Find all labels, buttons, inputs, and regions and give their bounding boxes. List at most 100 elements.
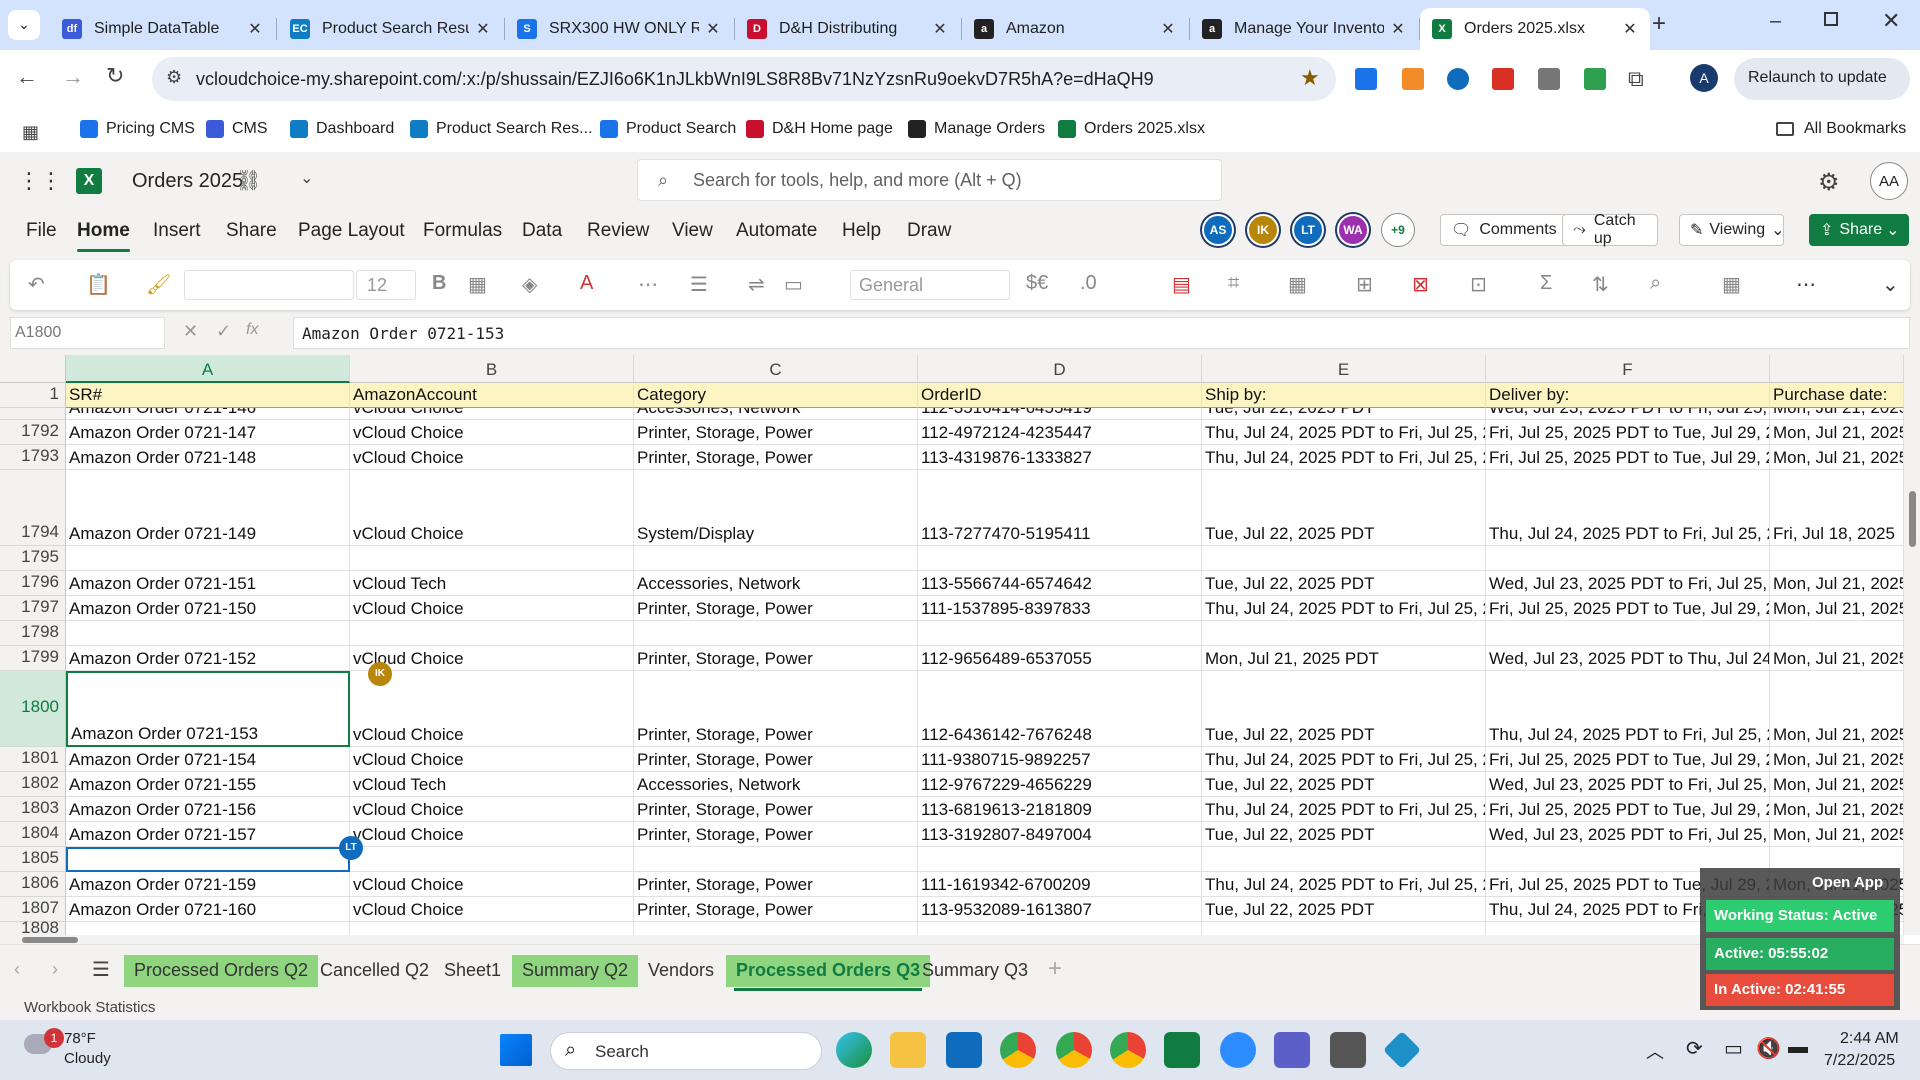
settings-gear-icon[interactable]: ⚙ xyxy=(1818,168,1840,197)
tab-close-icon[interactable]: ✕ xyxy=(1390,19,1406,39)
add-sheet-icon[interactable]: + xyxy=(1048,955,1062,983)
weather-widget[interactable]: 1 78°F Cloudy xyxy=(14,1028,154,1072)
grid-cell[interactable]: vCloud Choice xyxy=(350,470,634,546)
apps-grid-icon[interactable]: ▦ xyxy=(22,122,39,143)
grid-cell[interactable]: Thu, Jul 24, 2025 PDT to Fri, Jul 25, 20 xyxy=(1202,596,1486,621)
grid-cell[interactable]: Printer, Storage, Power xyxy=(634,671,918,747)
grid-cell[interactable]: 112-9767229-4656229 xyxy=(918,772,1202,797)
grid-cell[interactable] xyxy=(634,922,918,935)
row-header[interactable]: 1797 xyxy=(0,596,66,621)
menu-home[interactable]: Home xyxy=(77,220,130,252)
grid-cell[interactable]: 112-6436142-7676248 xyxy=(918,671,1202,747)
grid-cell[interactable]: Tue, Jul 22, 2025 PDT xyxy=(1202,772,1486,797)
grid-cell[interactable]: Tue, Jul 22, 2025 PDT xyxy=(1202,470,1486,546)
delete-cells-icon[interactable]: ⊠ xyxy=(1412,272,1429,297)
conditional-format-icon[interactable]: ▤ xyxy=(1172,272,1191,297)
tab-search-button[interactable]: ⌄ xyxy=(8,10,40,40)
start-windows-icon[interactable] xyxy=(500,1034,532,1066)
row-header[interactable]: 1795 xyxy=(0,546,66,571)
sheet-tab[interactable]: Summary Q3 xyxy=(912,955,1038,987)
grid-cell[interactable] xyxy=(1770,546,1904,571)
teams-icon[interactable] xyxy=(1274,1032,1310,1068)
browser-tab-2[interactable]: EC Product Search Resul ✕ xyxy=(278,8,503,50)
browser-tab-4[interactable]: D D&H Distributing ✕ xyxy=(735,8,960,50)
insert-function-icon[interactable]: fx xyxy=(246,321,258,339)
grid-cell[interactable]: Tue, Jul 22, 2025 PDT xyxy=(1202,822,1486,847)
tray-chevron-icon[interactable]: ︿ xyxy=(1646,1038,1664,1064)
grid-cell[interactable]: Mon, Jul 21, 2025 PDT xyxy=(1202,646,1486,671)
chrome-profile-3-icon[interactable] xyxy=(1110,1032,1146,1068)
select-all-corner[interactable] xyxy=(0,355,66,383)
back-icon[interactable]: ← xyxy=(16,64,38,90)
reload-icon[interactable]: ↻ xyxy=(106,63,124,89)
sheet-tab[interactable]: Sheet1 xyxy=(434,955,511,987)
format-painter-icon[interactable]: 🖌 xyxy=(146,272,171,297)
grid-cell[interactable] xyxy=(1770,621,1904,646)
grid-cell[interactable] xyxy=(918,847,1202,872)
grid-cell[interactable]: 111-1537895-8397833 xyxy=(918,596,1202,621)
grid-cell[interactable]: Amazon Order 0721-160 xyxy=(66,897,350,922)
grid-cell[interactable]: Amazon Order 0721-151 xyxy=(66,571,350,596)
h-scroll-thumb[interactable] xyxy=(22,937,78,943)
row-header[interactable]: 1802 xyxy=(0,772,66,797)
comments-button[interactable]: 🗨 Comments xyxy=(1440,214,1576,246)
grid-cell[interactable]: vCloud Choice xyxy=(350,408,634,420)
menu-file[interactable]: File xyxy=(26,220,57,242)
tab-close-icon[interactable]: ✕ xyxy=(1160,19,1176,39)
bookmark-item[interactable]: Orders 2025.xlsx xyxy=(1058,120,1205,138)
collaborator-selected-cell[interactable] xyxy=(66,847,350,872)
grid-cell[interactable]: Mon, Jul 21, 2025 xyxy=(1770,596,1904,621)
grid-cell[interactable]: Fri, Jul 18, 2025 xyxy=(1770,470,1904,546)
column-header-c[interactable]: C xyxy=(634,355,918,383)
autosave-off-icon[interactable]: ⛓ xyxy=(236,168,261,193)
bookmark-star-icon[interactable]: ★ xyxy=(1300,65,1320,91)
active-cell[interactable]: Amazon Order 0721-153 xyxy=(66,671,350,747)
row-header[interactable]: 1794 xyxy=(0,470,66,546)
grid-cell[interactable]: Mon, Jul 21, 2025 xyxy=(1770,747,1904,772)
all-bookmarks-button[interactable]: All Bookmarks xyxy=(1776,120,1906,138)
collaborator-avatar[interactable]: WA xyxy=(1337,214,1369,246)
grid-cell[interactable]: Amazon Order 0721-156 xyxy=(66,797,350,822)
grid-cell[interactable]: Printer, Storage, Power xyxy=(634,596,918,621)
menu-share[interactable]: Share xyxy=(226,220,277,242)
taskbar-search[interactable]: ⌕ Search xyxy=(550,1032,822,1070)
grid-cell[interactable]: Wed, Jul 23, 2025 PDT to Fri, Jul 25, 20 xyxy=(1486,571,1770,596)
header-cell[interactable]: Category xyxy=(634,383,918,408)
catchup-button[interactable]: ⤳ Catch up xyxy=(1562,212,1658,247)
edge-icon[interactable] xyxy=(836,1032,872,1068)
row-header[interactable]: 1 xyxy=(0,383,66,408)
grid-cell[interactable]: vCloud Choice xyxy=(350,797,634,822)
grid-cell[interactable] xyxy=(1486,546,1770,571)
grid-cell[interactable]: Printer, Storage, Power xyxy=(634,747,918,772)
grid-cell[interactable]: vCloud Choice xyxy=(350,872,634,897)
grid-cell[interactable]: System/Display xyxy=(634,470,918,546)
grid-cell[interactable] xyxy=(350,621,634,646)
grid-cell[interactable]: Mon, Jul 21, 2025 xyxy=(1770,772,1904,797)
sheet-tab[interactable]: Processed Orders Q3 xyxy=(726,955,931,991)
column-header-e[interactable]: E xyxy=(1202,355,1486,383)
grid-cell[interactable]: Printer, Storage, Power xyxy=(634,646,918,671)
wrap-text-icon[interactable]: ⇌ xyxy=(748,272,765,297)
grid-cell[interactable]: Mon, Jul 21, 2025 xyxy=(1770,822,1904,847)
row-header[interactable]: 1798 xyxy=(0,621,66,646)
font-color-icon[interactable]: A xyxy=(580,272,593,295)
minimize-icon[interactable]: – xyxy=(1770,10,1781,33)
grid-cell[interactable]: Thu, Jul 24, 2025 PDT to Fri, Jul 25, 20 xyxy=(1202,747,1486,772)
tab-close-icon[interactable]: ✕ xyxy=(1622,19,1638,39)
grid-cell[interactable] xyxy=(1486,621,1770,646)
grid-cell[interactable]: Wed, Jul 23, 2025 PDT to Thu, Jul 24, 2 xyxy=(1486,646,1770,671)
header-cell[interactable]: SR# xyxy=(66,383,350,408)
tab-close-icon[interactable]: ✕ xyxy=(932,19,948,39)
cancel-entry-icon[interactable]: ✕ xyxy=(183,321,198,342)
menu-review[interactable]: Review xyxy=(587,220,649,242)
menu-formulas[interactable]: Formulas xyxy=(423,220,502,242)
header-cell[interactable]: Ship by: xyxy=(1202,383,1486,408)
bookmark-item[interactable]: Product Search Res... xyxy=(410,120,593,138)
grid-cell[interactable]: Mon, Jul 21, 2025 xyxy=(1770,797,1904,822)
extension-icon-4[interactable] xyxy=(1492,68,1514,90)
grid-cell[interactable]: vCloud Tech xyxy=(350,571,634,596)
name-box[interactable]: A1800 xyxy=(10,317,165,349)
grid-cell[interactable] xyxy=(66,546,350,571)
grid-cell[interactable]: Amazon Order 0721-154 xyxy=(66,747,350,772)
paste-icon[interactable]: 📋 xyxy=(86,272,111,297)
